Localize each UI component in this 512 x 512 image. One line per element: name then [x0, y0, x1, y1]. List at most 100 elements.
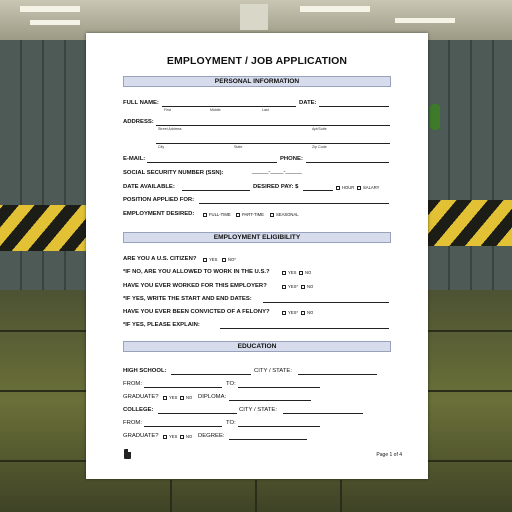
worked-before-no-checkbox[interactable]: [301, 284, 305, 289]
ssn-field[interactable]: _____-____-_____: [252, 169, 302, 175]
section-header-education: EDUCATION: [123, 341, 391, 352]
worked-before-yes-option[interactable]: YES*: [282, 284, 298, 289]
position-field[interactable]: [199, 203, 389, 204]
citizen-no-checkbox[interactable]: [222, 257, 226, 262]
desired-pay-label: DESIRED PAY: $: [253, 184, 299, 190]
high-school-grad-no-checkbox[interactable]: [180, 395, 184, 400]
work-authorization-question: *IF NO, ARE YOU ALLOWED TO WORK IN THE U…: [123, 269, 270, 275]
college-city-state-field[interactable]: [283, 413, 363, 414]
seasonal-checkbox[interactable]: [270, 212, 274, 217]
email-label: E-MAIL:: [123, 156, 146, 162]
authorized-yes-checkbox[interactable]: [282, 270, 286, 275]
salary-checkbox[interactable]: [357, 185, 361, 190]
high-school-to-label: TO:: [226, 381, 236, 387]
state-sublabel: State: [234, 145, 243, 149]
email-field[interactable]: [147, 162, 277, 163]
part-time-option[interactable]: PART-TIME: [236, 212, 264, 217]
college-to-label: TO:: [226, 420, 236, 426]
part-time-checkbox[interactable]: [236, 212, 240, 217]
high-school-grad-yes-checkbox[interactable]: [163, 395, 167, 400]
ceiling-light: [20, 6, 80, 12]
zip-sublabel: Zip Code: [312, 145, 327, 149]
apt-sublabel: Apt/Suite: [312, 127, 327, 131]
street-address-field[interactable]: [156, 125, 390, 126]
hazard-stripes-right: [426, 200, 512, 246]
college-grad-yes-checkbox[interactable]: [163, 434, 167, 439]
worked-before-no-option[interactable]: NO: [301, 284, 313, 289]
date-field[interactable]: [319, 106, 389, 107]
college-grad-yes-option[interactable]: YES: [163, 434, 177, 439]
authorized-no-option[interactable]: NO: [299, 270, 311, 275]
ceiling-light: [395, 18, 455, 23]
hazard-stripes-left: [0, 205, 90, 251]
high-school-label: HIGH SCHOOL:: [123, 368, 167, 374]
ceiling-light: [300, 6, 370, 12]
high-school-city-state-field[interactable]: [298, 374, 377, 375]
first-name-sublabel: First: [164, 108, 171, 112]
degree-field[interactable]: [229, 439, 307, 440]
application-form-page: EMPLOYMENT / JOB APPLICATION PERSONAL IN…: [86, 33, 428, 479]
phone-label: PHONE:: [280, 156, 303, 162]
worked-before-question: HAVE YOU EVER WORKED FOR THIS EMPLOYER?: [123, 283, 267, 289]
high-school-city-state-label: CITY / STATE:: [254, 368, 292, 374]
felony-no-checkbox[interactable]: [301, 310, 305, 315]
middle-name-sublabel: Middle: [210, 108, 221, 112]
date-available-field[interactable]: [182, 190, 250, 191]
felony-question: HAVE YOU EVER BEEN CONVICTED OF A FELONY…: [123, 309, 270, 315]
citizen-yes-checkbox[interactable]: [203, 257, 207, 262]
ceiling-light: [30, 20, 80, 25]
section-header-eligibility: EMPLOYMENT ELIGIBILITY: [123, 232, 391, 243]
high-school-grad-no-option[interactable]: NO: [180, 395, 192, 400]
citizen-yes-option[interactable]: YES: [203, 257, 217, 262]
felony-yes-option[interactable]: YES*: [282, 310, 298, 315]
date-available-label: DATE AVAILABLE:: [123, 184, 175, 190]
start-end-dates-question: *IF YES, WRITE THE START AND END DATES:: [123, 296, 252, 302]
start-end-dates-field[interactable]: [263, 302, 389, 303]
diploma-field[interactable]: [229, 400, 311, 401]
college-city-state-label: CITY / STATE:: [239, 407, 277, 413]
full-name-label: FULL NAME:: [123, 100, 159, 106]
degree-label: DEGREE:: [198, 433, 225, 439]
section-header-personal: PERSONAL INFORMATION: [123, 76, 391, 87]
explain-question: *IF YES, PLEASE EXPLAIN:: [123, 322, 200, 328]
date-label: DATE:: [299, 100, 317, 106]
explain-field[interactable]: [220, 328, 389, 329]
document-title: EMPLOYMENT / JOB APPLICATION: [166, 55, 348, 67]
document-icon: [124, 449, 131, 459]
full-name-field[interactable]: [162, 106, 296, 107]
ssn-label: SOCIAL SECURITY NUMBER (SSN):: [123, 170, 224, 176]
address-label: ADDRESS:: [123, 119, 154, 125]
hour-option[interactable]: HOUR: [336, 185, 354, 190]
seasonal-option[interactable]: SEASONAL: [270, 212, 299, 217]
citizen-question: ARE YOU A U.S. CITIZEN?: [123, 256, 197, 262]
citizen-no-option[interactable]: NO*: [222, 257, 236, 262]
phone-field[interactable]: [306, 162, 389, 163]
salary-option[interactable]: SALARY: [357, 185, 379, 190]
college-grad-no-option[interactable]: NO: [180, 434, 192, 439]
employment-desired-label: EMPLOYMENT DESIRED:: [123, 211, 195, 217]
ceiling-light: [240, 4, 268, 30]
full-time-checkbox[interactable]: [203, 212, 207, 217]
page-indicator: Page 1 of 4: [376, 452, 402, 458]
college-graduate-label: GRADUATE?: [123, 433, 159, 439]
high-school-grad-yes-option[interactable]: YES: [163, 395, 177, 400]
felony-yes-checkbox[interactable]: [282, 310, 286, 315]
high-school-graduate-label: GRADUATE?: [123, 394, 159, 400]
authorized-yes-option[interactable]: YES: [282, 270, 296, 275]
felony-no-option[interactable]: NO: [301, 310, 313, 315]
college-field[interactable]: [158, 413, 237, 414]
high-school-field[interactable]: [171, 374, 251, 375]
college-to-field[interactable]: [238, 426, 320, 427]
hour-checkbox[interactable]: [336, 185, 340, 190]
plant: [430, 104, 440, 130]
full-time-option[interactable]: FULL-TIME: [203, 212, 231, 217]
city-state-zip-field[interactable]: [156, 143, 390, 144]
last-name-sublabel: Last: [262, 108, 269, 112]
desired-pay-field[interactable]: [303, 190, 333, 191]
high-school-to-field[interactable]: [238, 387, 320, 388]
authorized-no-checkbox[interactable]: [299, 270, 303, 275]
college-from-field[interactable]: [144, 426, 222, 427]
high-school-from-field[interactable]: [144, 387, 222, 388]
worked-before-yes-checkbox[interactable]: [282, 284, 286, 289]
college-grad-no-checkbox[interactable]: [180, 434, 184, 439]
